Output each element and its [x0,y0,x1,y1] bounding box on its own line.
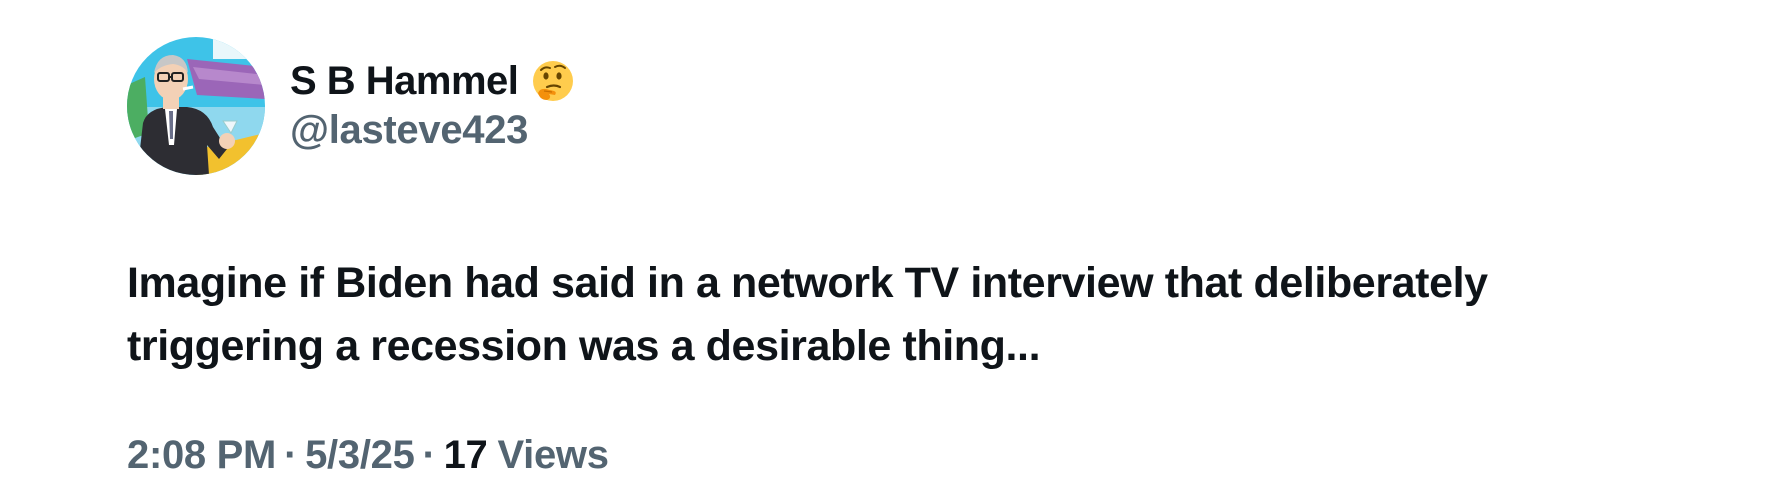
views-label: Views [497,433,609,477]
display-name[interactable]: S B Hammel [290,59,519,104]
meta-separator: · [422,433,436,477]
tweet-meta: 2:08 PM · 5/3/25 · 17 Views [127,433,609,478]
tweet-date[interactable]: 5/3/25 [305,433,415,477]
thinking-face-emoji-icon [530,58,576,104]
avatar-illustration [127,37,265,175]
tweet-card: S B Hammel @lasteve423 Imagine if Biden … [0,0,1782,504]
tweet-text: Imagine if Biden had said in a network T… [127,259,1488,370]
meta-separator: · [284,433,298,477]
display-name-row: S B Hammel [290,54,576,108]
tweet-time[interactable]: 2:08 PM [127,433,276,477]
views-count: 17 [443,433,488,477]
user-handle[interactable]: @lasteve423 [290,108,528,153]
avatar[interactable] [127,37,265,175]
